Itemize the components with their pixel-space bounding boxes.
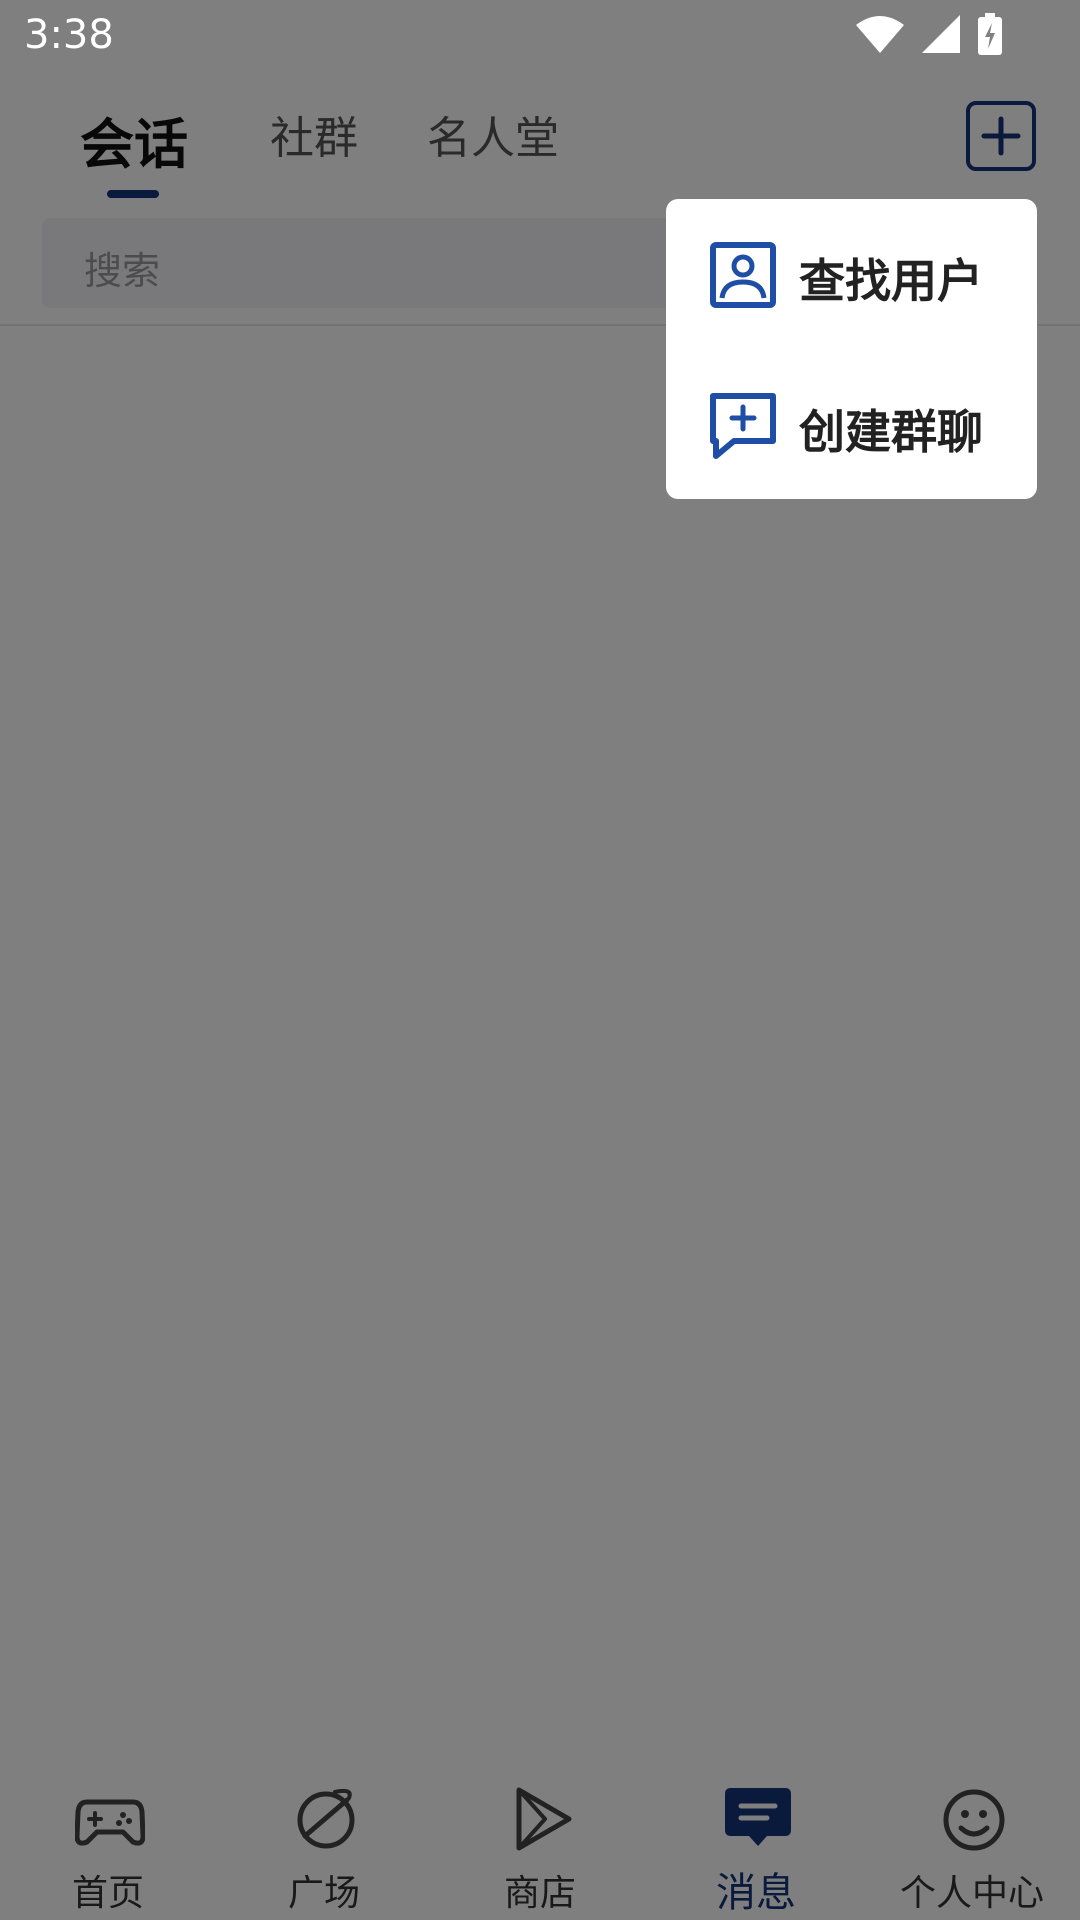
status-icons	[856, 13, 1002, 55]
status-time: 3:38	[24, 12, 114, 58]
wifi-icon	[856, 16, 904, 53]
menu-label-create-group: 创建群聊	[799, 405, 983, 459]
add-popup-menu: 查找用户 创建群聊	[666, 199, 1037, 499]
menu-item-create-group[interactable]: 创建群聊	[666, 349, 1037, 499]
menu-item-find-user[interactable]: 查找用户	[666, 199, 1037, 349]
chat-add-icon	[710, 393, 776, 459]
status-bar: 3:38	[0, 0, 1080, 72]
user-portrait-icon	[710, 242, 776, 308]
battery-charging-icon	[978, 13, 1002, 55]
menu-label-find-user: 查找用户	[799, 254, 983, 308]
cellular-signal-icon	[922, 15, 960, 53]
